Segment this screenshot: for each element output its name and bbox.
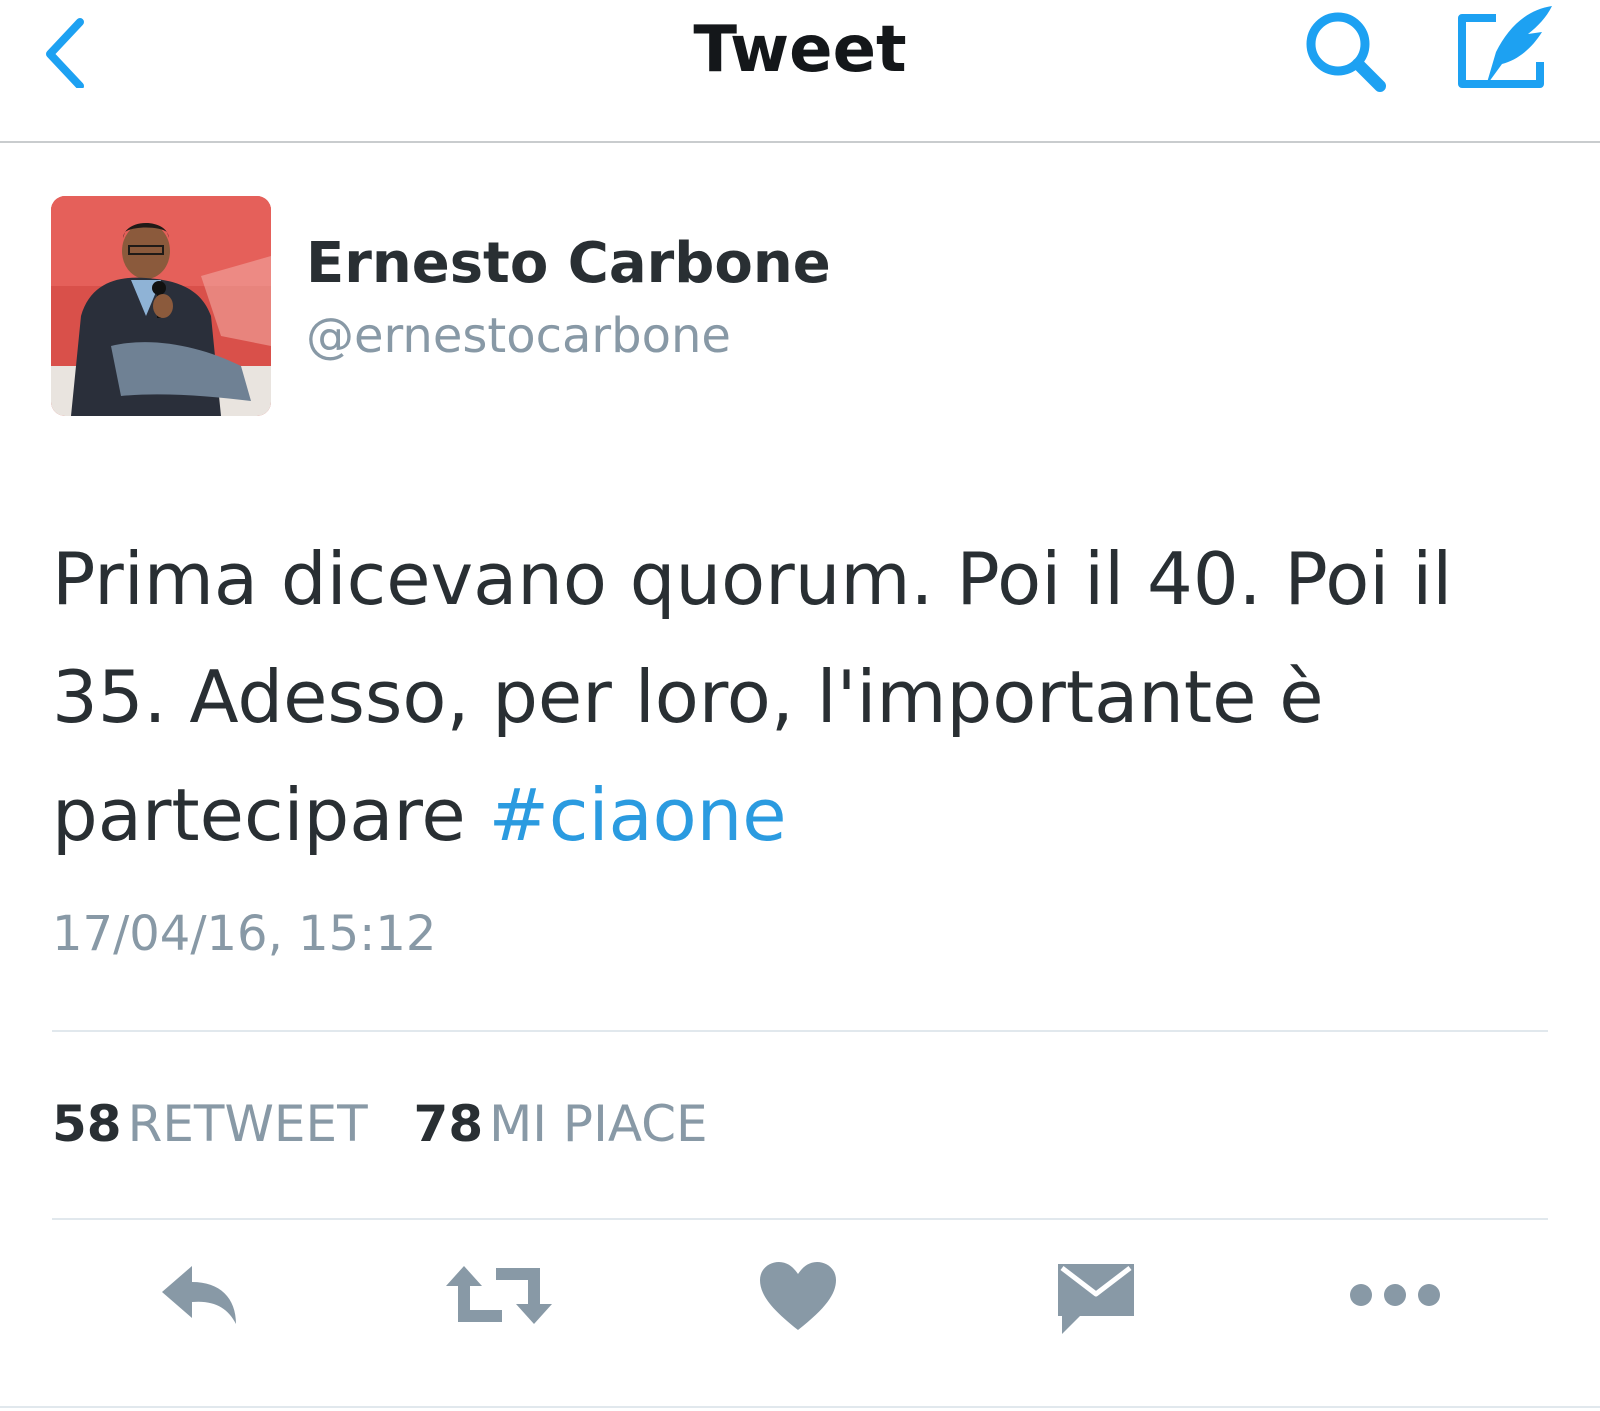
author-name[interactable]: Ernesto Carbone bbox=[306, 232, 831, 296]
envelope-icon bbox=[1058, 1264, 1134, 1334]
like-count-link[interactable]: 78 MI PIACE bbox=[414, 1092, 708, 1156]
like-label: MI PIACE bbox=[489, 1095, 708, 1153]
like-button[interactable] bbox=[743, 1260, 853, 1360]
search-icon bbox=[1306, 12, 1386, 92]
more-options-button[interactable] bbox=[1340, 1260, 1450, 1360]
message-button[interactable] bbox=[1041, 1260, 1151, 1360]
hashtag-link[interactable]: #ciaone bbox=[489, 773, 787, 857]
like-count: 78 bbox=[413, 1095, 484, 1153]
divider bbox=[52, 1030, 1548, 1032]
compose-tweet-icon bbox=[1458, 6, 1552, 88]
retweet-count: 58 bbox=[52, 1095, 122, 1153]
avatar[interactable] bbox=[51, 196, 271, 416]
tweet-timestamp: 17/04/16, 15:12 bbox=[52, 906, 437, 962]
search-button[interactable] bbox=[1300, 6, 1392, 98]
tweet-text: Prima dicevano quorum. Poi il 40. Poi il… bbox=[52, 520, 1552, 874]
action-bar bbox=[0, 1260, 1600, 1360]
retweet-button[interactable] bbox=[444, 1260, 554, 1360]
retweet-count-link[interactable]: 58 RETWEET bbox=[52, 1092, 368, 1156]
bottom-divider bbox=[0, 1406, 1600, 1408]
author-handle[interactable]: @ernestocarbone bbox=[306, 308, 731, 364]
heart-icon bbox=[760, 1262, 836, 1330]
retweet-label: RETWEET bbox=[127, 1095, 368, 1153]
more-dots-icon bbox=[1350, 1284, 1440, 1306]
avatar-image bbox=[51, 196, 271, 416]
retweet-icon bbox=[446, 1266, 552, 1324]
navigation-bar: Tweet bbox=[0, 0, 1600, 143]
compose-button[interactable] bbox=[1456, 2, 1556, 98]
reply-icon bbox=[162, 1266, 236, 1324]
reply-button[interactable] bbox=[148, 1260, 258, 1360]
divider bbox=[52, 1218, 1548, 1220]
tweet-stats: 58 RETWEET 78 MI PIACE bbox=[52, 1092, 738, 1156]
